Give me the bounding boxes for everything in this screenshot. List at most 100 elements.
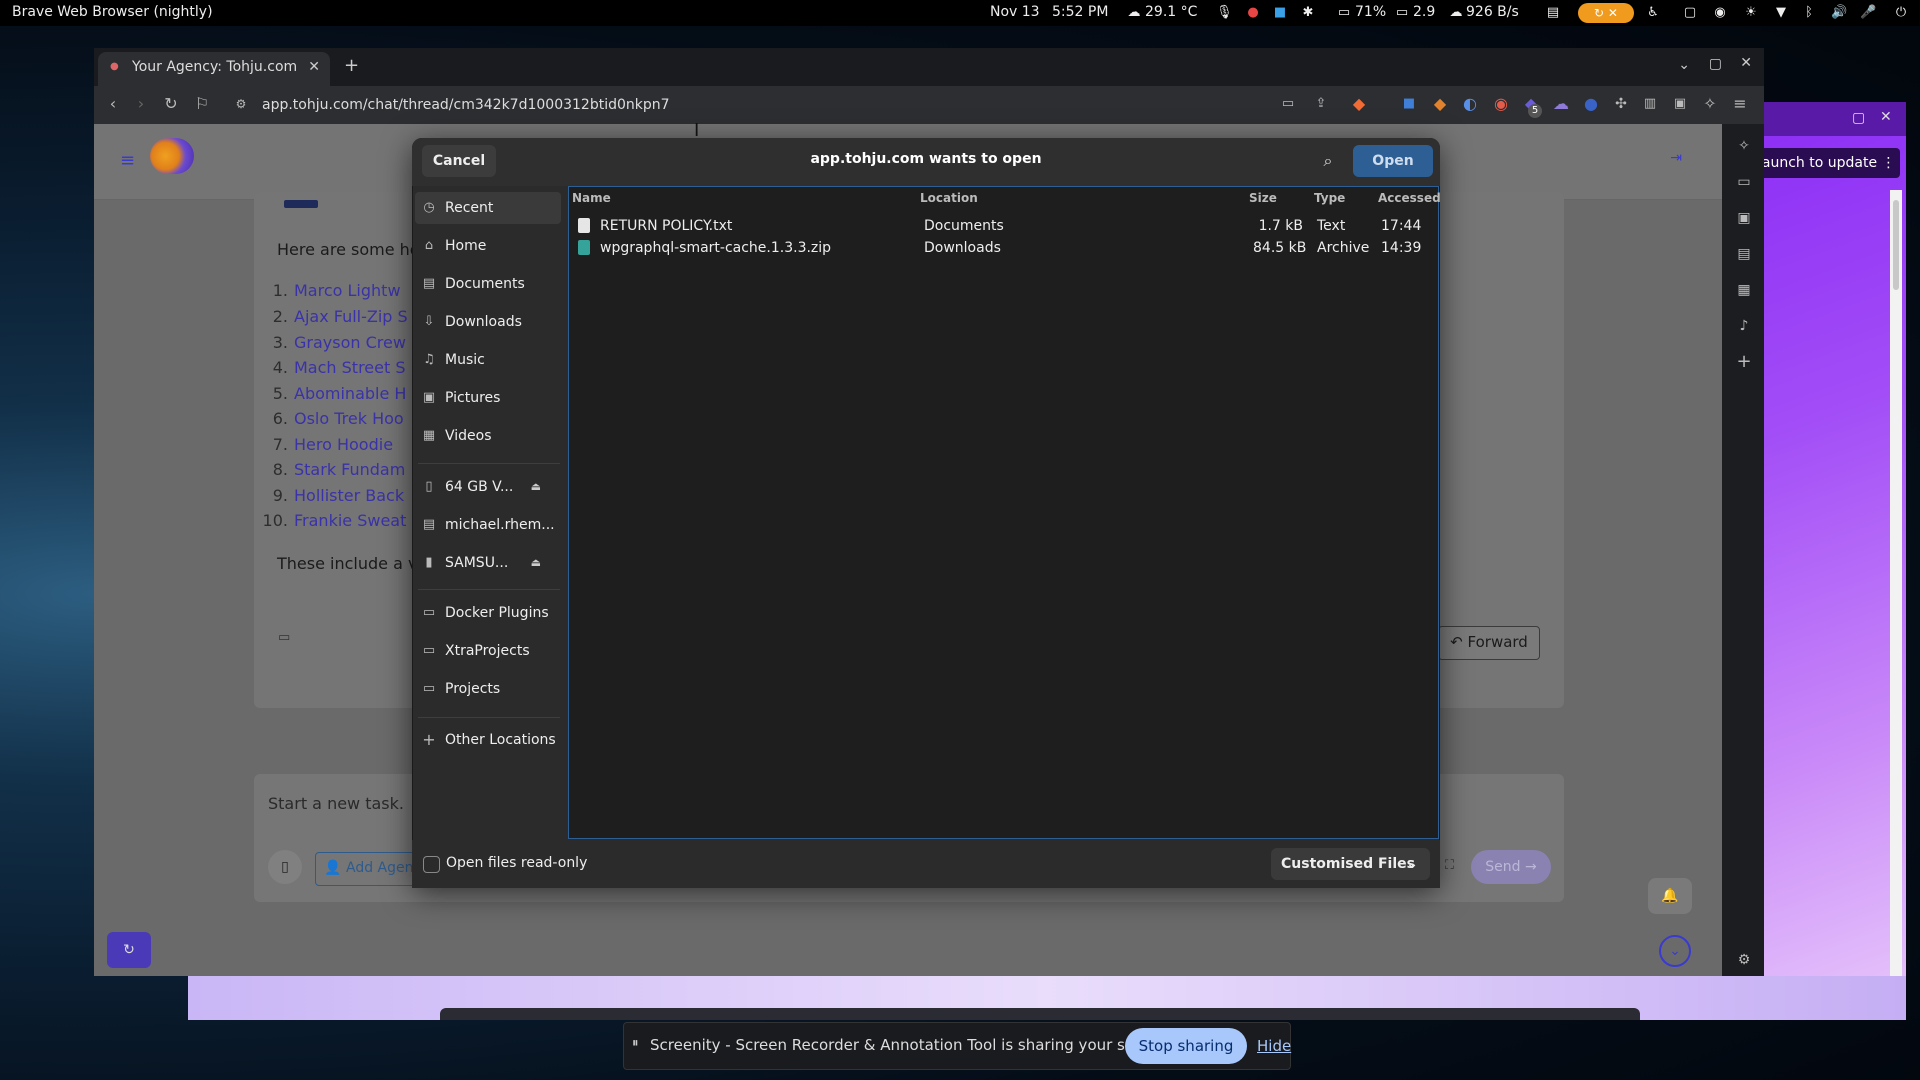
sidebar-bookmarks-icon[interactable]: ▤ bbox=[1735, 245, 1753, 263]
maximize-window-icon[interactable]: ▢ bbox=[1709, 56, 1722, 72]
brave-shields-icon[interactable]: ◆ bbox=[1350, 95, 1368, 113]
gamepad-icon[interactable]: ◉ bbox=[1712, 5, 1728, 21]
place-home[interactable]: ⌂ Home bbox=[415, 230, 561, 262]
logout-icon[interactable]: ⇥ bbox=[1670, 150, 1682, 166]
scroll-thumb[interactable] bbox=[1893, 200, 1899, 290]
add-agent-button[interactable]: 👤 Add Agen bbox=[315, 852, 425, 886]
sidebar-add-icon[interactable]: + bbox=[1735, 353, 1753, 371]
slack-icon[interactable]: ✱ bbox=[1300, 5, 1316, 21]
notification-bell-icon[interactable]: 🔔 bbox=[1648, 878, 1692, 914]
device-usb-drive[interactable]: ▯ 64 GB V... ⏏ bbox=[415, 471, 561, 503]
power-icon[interactable]: ⏻ bbox=[1893, 5, 1909, 21]
extension-6-icon[interactable]: ☁ bbox=[1552, 95, 1570, 113]
device-network-drive[interactable]: ▤ michael.rhem... bbox=[415, 509, 561, 541]
list-item[interactable]: 8. Stark Fundam bbox=[262, 460, 406, 479]
extensions-icon[interactable]: ✣ bbox=[1612, 95, 1630, 113]
product-link[interactable]: Mach Street S bbox=[294, 358, 406, 377]
file-filter-dropdown[interactable]: Customised Files ⌄ bbox=[1271, 848, 1430, 880]
background-scrollbar[interactable] bbox=[1890, 190, 1902, 1020]
column-header-size[interactable]: Size bbox=[1249, 191, 1277, 205]
install-app-icon[interactable]: ▭ bbox=[1279, 95, 1297, 113]
file-row[interactable]: wpgraphql-smart-cache.1.3.3.zip Download… bbox=[570, 237, 1437, 259]
weather-temp[interactable]: 29.1 °C bbox=[1145, 4, 1197, 20]
product-link[interactable]: Stark Fundam bbox=[294, 460, 405, 479]
forward-icon[interactable]: › bbox=[132, 95, 150, 113]
metamask-icon[interactable]: ◆ bbox=[1431, 95, 1449, 113]
app-logo[interactable] bbox=[150, 138, 194, 174]
column-header-location[interactable]: Location bbox=[920, 191, 978, 205]
maximize-icon[interactable]: ▢ bbox=[1852, 110, 1865, 126]
brightness-icon[interactable]: ☀ bbox=[1743, 5, 1759, 21]
product-link[interactable]: Frankie Sweat bbox=[294, 511, 406, 530]
wallet-icon[interactable]: ▣ bbox=[1671, 95, 1689, 113]
sidebar-toggle-icon[interactable]: ▥ bbox=[1641, 95, 1659, 113]
leo-ai-icon[interactable]: ✧ bbox=[1701, 95, 1719, 113]
record-icon[interactable]: ● bbox=[1245, 5, 1261, 21]
battery-level[interactable]: 71% bbox=[1355, 4, 1386, 20]
close-window-icon[interactable]: ✕ bbox=[1740, 55, 1752, 71]
pause-icon[interactable]: ⏸ bbox=[632, 1036, 639, 1051]
site-info-icon[interactable]: ⚙ bbox=[232, 95, 250, 113]
send-button[interactable]: Send → bbox=[1471, 850, 1551, 884]
extension-1-icon[interactable]: ■ bbox=[1400, 95, 1418, 113]
product-link[interactable]: Oslo Trek Hoo bbox=[294, 409, 404, 428]
extension-7-icon[interactable]: ● bbox=[1582, 95, 1600, 113]
attach-file-icon[interactable]: ▯ bbox=[268, 850, 302, 884]
product-link[interactable]: Grayson Crew bbox=[294, 333, 406, 352]
hamburger-menu-icon[interactable]: ≡ bbox=[120, 150, 135, 171]
extension-4-icon[interactable]: ◉ bbox=[1492, 95, 1510, 113]
clock-time[interactable]: 5:52 PM bbox=[1052, 4, 1108, 20]
cast-icon[interactable]: ▢ bbox=[1682, 5, 1698, 21]
bluetooth-icon[interactable]: ᛒ bbox=[1801, 5, 1817, 21]
sidebar-wallet-icon[interactable]: ▣ bbox=[1735, 209, 1753, 227]
update-indicator[interactable]: ↻ ✕ bbox=[1578, 3, 1634, 23]
place-videos[interactable]: ▦ Videos bbox=[415, 420, 561, 452]
clipboard-icon[interactable]: ▤ bbox=[1545, 5, 1561, 21]
list-item[interactable]: 6. Oslo Trek Hoo bbox=[262, 409, 404, 428]
place-music[interactable]: ♫ Music bbox=[415, 344, 561, 376]
product-link[interactable]: Ajax Full-Zip S bbox=[294, 307, 408, 326]
close-icon[interactable]: ✕ bbox=[1880, 109, 1892, 125]
list-item[interactable]: 7. Hero Hoodie bbox=[262, 435, 393, 454]
clock-date[interactable]: Nov 13 bbox=[990, 4, 1040, 20]
accessibility-icon[interactable]: ♿ bbox=[1645, 5, 1661, 21]
product-link[interactable]: Hero Hoodie bbox=[294, 435, 393, 454]
list-item[interactable]: 10. Frankie Sweat bbox=[262, 511, 407, 530]
feedback-icon[interactable]: ▭ bbox=[278, 630, 290, 645]
reload-icon[interactable]: ↻ bbox=[162, 95, 180, 113]
sidebar-ai-icon[interactable]: ✧ bbox=[1735, 137, 1753, 155]
bookmark-docker-plugins[interactable]: ▭ Docker Plugins bbox=[415, 597, 561, 629]
eject-icon[interactable]: ⏏ bbox=[531, 471, 541, 503]
cpu-load[interactable]: 2.9 bbox=[1413, 4, 1435, 20]
app-tray-icon[interactable]: ■ bbox=[1272, 5, 1288, 21]
place-recent[interactable]: ◷ Recent bbox=[415, 192, 561, 224]
column-header-name[interactable]: Name bbox=[572, 191, 611, 205]
cancel-button[interactable]: Cancel bbox=[422, 145, 496, 177]
eject-icon[interactable]: ⏏ bbox=[531, 547, 541, 579]
list-item[interactable]: 1. Marco Lightw bbox=[262, 281, 401, 300]
extension-3-icon[interactable]: ◐ bbox=[1461, 95, 1479, 113]
refresh-button[interactable]: ↻ bbox=[107, 932, 151, 968]
readonly-label[interactable]: Open files read-only bbox=[446, 855, 587, 871]
list-item[interactable]: 3. Grayson Crew bbox=[262, 333, 406, 352]
list-item[interactable]: 9. Hollister Back bbox=[262, 486, 404, 505]
file-list[interactable] bbox=[568, 186, 1439, 839]
sidebar-reading-list-icon[interactable]: ▦ bbox=[1735, 281, 1753, 299]
place-downloads[interactable]: ⇩ Downloads bbox=[415, 306, 561, 338]
product-link[interactable]: Abominable H bbox=[294, 384, 406, 403]
column-header-type[interactable]: Type bbox=[1314, 191, 1345, 205]
list-item[interactable]: 5. Abominable H bbox=[262, 384, 407, 403]
place-documents[interactable]: ▤ Documents bbox=[415, 268, 561, 300]
bookmark-icon[interactable]: ⚐ bbox=[193, 95, 211, 113]
volume-icon[interactable]: 🔊 bbox=[1831, 5, 1847, 21]
scroll-down-icon[interactable]: ⌄ bbox=[1659, 935, 1691, 967]
network-speed[interactable]: 926 B/s bbox=[1466, 4, 1519, 20]
wifi-icon[interactable]: ▼ bbox=[1773, 5, 1789, 21]
search-icon[interactable]: ⌕ bbox=[1318, 151, 1338, 171]
sidebar-settings-icon[interactable]: ⚙ bbox=[1735, 951, 1753, 969]
list-item[interactable]: 2. Ajax Full-Zip S bbox=[262, 307, 408, 326]
place-pictures[interactable]: ▣ Pictures bbox=[415, 382, 561, 414]
composer-input[interactable]: Start a new task. bbox=[268, 794, 404, 813]
expand-icon[interactable]: ⛶ bbox=[1445, 858, 1454, 873]
tab-search-icon[interactable]: ⌄ bbox=[1678, 57, 1690, 73]
